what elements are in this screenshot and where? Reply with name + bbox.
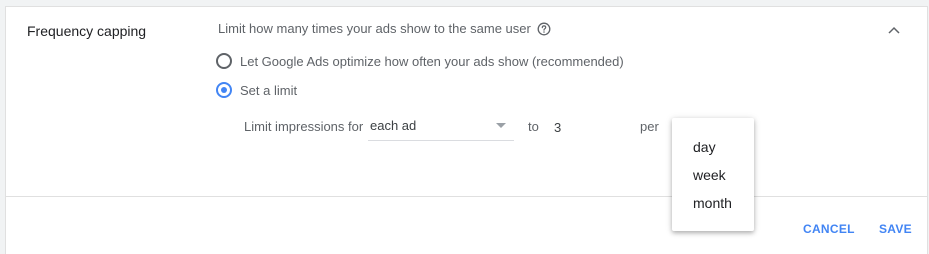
cancel-button[interactable]: CANCEL bbox=[803, 222, 855, 236]
description-text: Limit how many times your ads show to th… bbox=[218, 21, 531, 36]
impression-count-input[interactable] bbox=[552, 117, 614, 137]
period-dropdown-menu: day week month bbox=[672, 118, 754, 231]
radio-set-limit-label: Set a limit bbox=[240, 82, 298, 98]
radio-optimize-button[interactable] bbox=[216, 53, 232, 69]
save-button[interactable]: SAVE bbox=[879, 222, 912, 236]
arrow-drop-down-icon bbox=[496, 123, 506, 128]
help-circle-icon[interactable] bbox=[537, 22, 551, 36]
scope-select[interactable]: each ad bbox=[368, 117, 514, 141]
frequency-capping-panel: Frequency capping Limit how many times y… bbox=[5, 6, 928, 254]
chevron-up-icon[interactable] bbox=[887, 25, 901, 35]
section-title: Frequency capping bbox=[27, 23, 147, 39]
to-label: to bbox=[528, 119, 539, 134]
divider bbox=[6, 196, 927, 197]
limit-impressions-label: Limit impressions for bbox=[244, 119, 364, 134]
radio-set-limit[interactable]: Set a limit bbox=[216, 82, 297, 98]
scope-select-value: each ad bbox=[370, 118, 417, 133]
section-description: Limit how many times your ads show to th… bbox=[218, 21, 551, 36]
dropdown-item-day[interactable]: day bbox=[672, 135, 754, 163]
radio-optimize[interactable]: Let Google Ads optimize how often your a… bbox=[216, 53, 624, 69]
radio-set-limit-button[interactable] bbox=[216, 82, 232, 98]
per-label: per bbox=[640, 119, 659, 134]
radio-optimize-label: Let Google Ads optimize how often your a… bbox=[240, 53, 624, 69]
dropdown-item-week[interactable]: week bbox=[672, 163, 754, 191]
dropdown-item-month[interactable]: month bbox=[672, 191, 754, 219]
